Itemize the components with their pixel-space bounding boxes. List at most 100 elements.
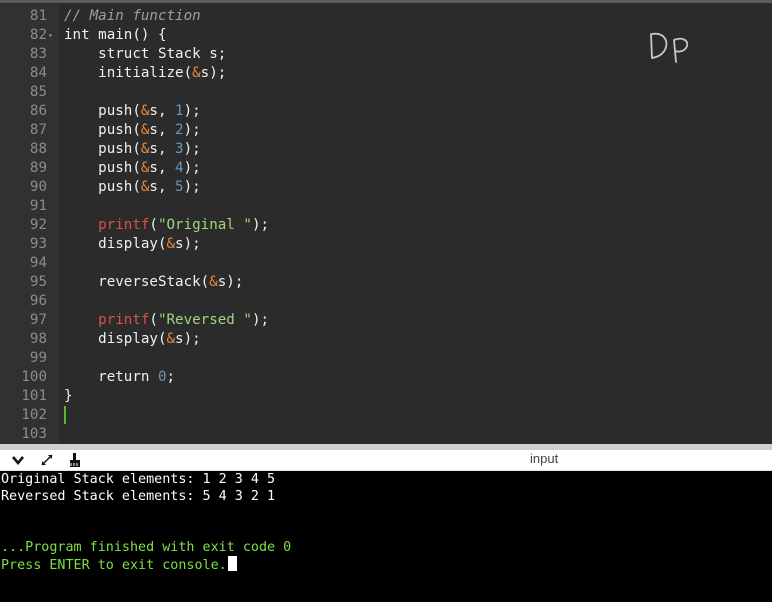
console-output-line: Reversed Stack elements: 5 4 3 2 1 [1,489,276,504]
code-token: s); [200,65,227,81]
line-number: 99 [29,350,47,366]
line-number: 101 [21,388,47,404]
code-token: 4 [175,160,184,176]
code-token: s); [217,274,244,290]
line-number: 88 [29,141,47,157]
code-token: ); [251,312,270,328]
code-token: return [64,369,158,385]
line-number: 91 [29,198,47,214]
code-token: ( [149,217,158,233]
line-number: 81 [29,8,47,24]
code-token: initialize( [64,65,193,81]
code-token: s, [149,160,176,176]
code-token: push( [64,103,141,119]
code-token: 3 [175,141,184,157]
code-text: return 0; [64,368,175,387]
line-number: 89 [29,160,47,176]
line-number: 97 [29,312,47,328]
code-token: ; [166,369,176,385]
code-editor[interactable]: 81 // Main function 82 ▾ int main() { 83 stru… [0,0,772,444]
code-text: push(&s, 3); [64,140,201,159]
console-output[interactable]: Original Stack elements: 1 2 3 4 5 Rever… [0,471,772,602]
code-text: push(&s, 1); [64,102,201,121]
code-token: 0 [157,369,167,385]
code-text: struct Stack s; [64,45,226,64]
line-number: 98 [29,331,47,347]
line-number: 94 [29,255,47,271]
code-token: printf [98,217,150,233]
line-number: 96 [29,293,47,309]
code-token: s, [149,179,176,195]
code-text: push(&s, 2); [64,121,201,140]
code-token: & [166,331,176,347]
code-token: // Main function [64,8,201,24]
code-token: push( [64,179,141,195]
code-token: "Reversed " [157,312,252,328]
line-number: 83 [29,46,47,62]
code-token: ); [183,103,201,119]
code-token: ); [251,217,270,233]
console-toolbar: input [0,450,772,471]
code-text: printf("Reversed "); [64,311,269,330]
code-token: push( [64,160,141,176]
line-number: 85 [29,84,47,100]
line-number: 102 [21,407,47,423]
dp-watermark [650,32,689,63]
code-text: initialize(&s); [64,64,226,83]
line-number: 82 [29,27,47,43]
exit-code-message: ...Program finished with exit code 0 [1,540,292,555]
chevron-down-icon[interactable] [10,452,26,468]
code-token: ); [183,141,201,157]
line-number: 100 [21,369,47,385]
code-token: & [192,65,201,81]
code-text: display(&s); [64,330,201,349]
code-token: & [166,236,176,252]
press-enter-message: Press ENTER to exit console. [1,556,237,573]
code-token: s, [149,103,176,119]
code-token: int main() { [64,27,167,43]
editor-top-border [0,0,772,3]
code-token: s, [149,141,176,157]
expand-arrows-icon[interactable] [39,452,55,468]
line-number: 87 [29,122,47,138]
code-token: ); [183,179,201,195]
text-cursor [64,406,66,424]
clear-console-icon[interactable] [67,452,83,468]
code-text: } [64,387,73,406]
line-number: 86 [29,103,47,119]
code-token: 2 [175,122,184,138]
code-text: display(&s); [64,235,201,254]
fold-arrow-icon[interactable]: ▾ [48,26,53,45]
code-text: printf("Original "); [64,216,269,235]
code-token: push( [64,122,141,138]
code-token: ( [149,312,158,328]
code-text: push(&s, 5); [64,178,201,197]
console-output-line: Original Stack elements: 1 2 3 4 5 [1,472,276,487]
line-number: 90 [29,179,47,195]
code-token: s, [149,122,176,138]
code-token: ); [183,160,201,176]
code-token: "Original " [157,217,252,233]
line-number: 103 [21,426,47,442]
code-token: } [64,388,73,404]
code-token: struct Stack s; [64,46,227,62]
code-text: int main() { [64,26,167,45]
code-token: s); [175,331,201,347]
code-token: & [209,274,218,290]
code-token: display( [64,236,167,252]
code-token: ); [183,122,201,138]
code-token: push( [64,141,141,157]
code-text: // Main function [64,7,201,26]
code-text: push(&s, 4); [64,159,201,178]
input-tab-label[interactable]: input [530,450,558,470]
line-number: 95 [29,274,47,290]
code-token: 5 [175,179,184,195]
code-token: display( [64,331,167,347]
code-text: reverseStack(&s); [64,273,243,292]
console-cursor [227,556,237,571]
code-token: s); [175,236,201,252]
code-token: printf [98,312,150,328]
press-enter-text: Press ENTER to exit console. [1,558,227,573]
